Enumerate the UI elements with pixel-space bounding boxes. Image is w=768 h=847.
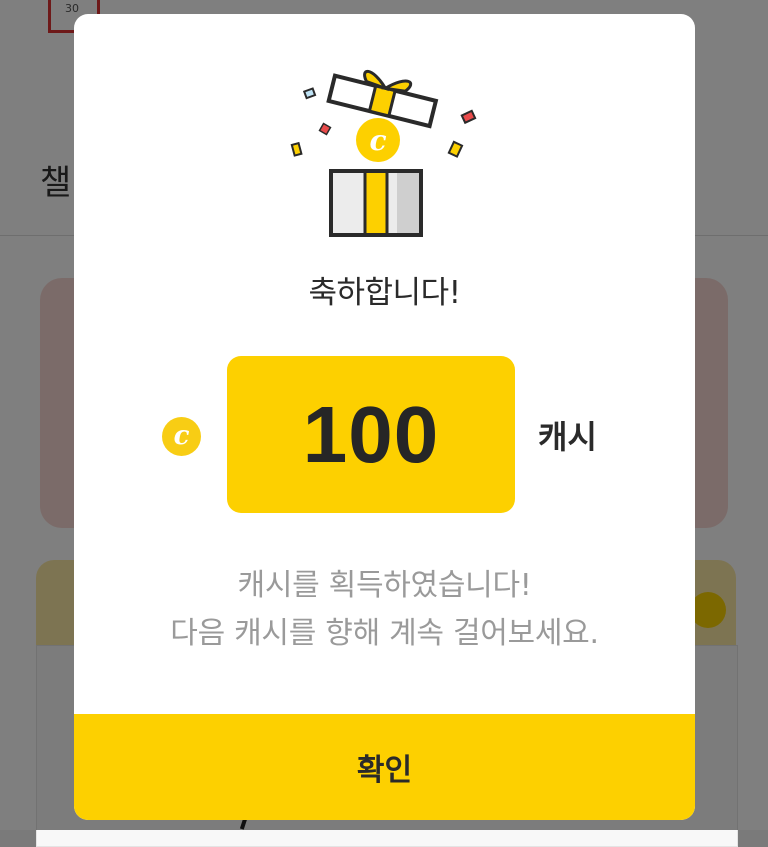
- reward-message-line1: 캐시를 획득하였습니다!: [237, 568, 532, 603]
- reward-message: 캐시를 획득하였습니다! 다음 캐시를 향해 계속 걸어보세요.: [74, 562, 695, 658]
- reward-amount-box: 100: [227, 356, 515, 513]
- reward-modal: c 축하합니다! c 100 캐시 캐시를 획득하였습니다! 다음 캐시를 향해…: [74, 14, 695, 820]
- coin-icon: c: [162, 417, 201, 456]
- reward-amount: 100: [302, 389, 440, 479]
- modal-title: 축하합니다!: [308, 275, 461, 311]
- reward-message-line2: 다음 캐시를 향해 계속 걸어보세요.: [170, 616, 599, 651]
- gift-box-icon: c: [290, 69, 477, 237]
- svg-text:c: c: [369, 124, 386, 157]
- confirm-button[interactable]: 확인: [74, 714, 695, 820]
- reward-unit: 캐시: [538, 418, 597, 456]
